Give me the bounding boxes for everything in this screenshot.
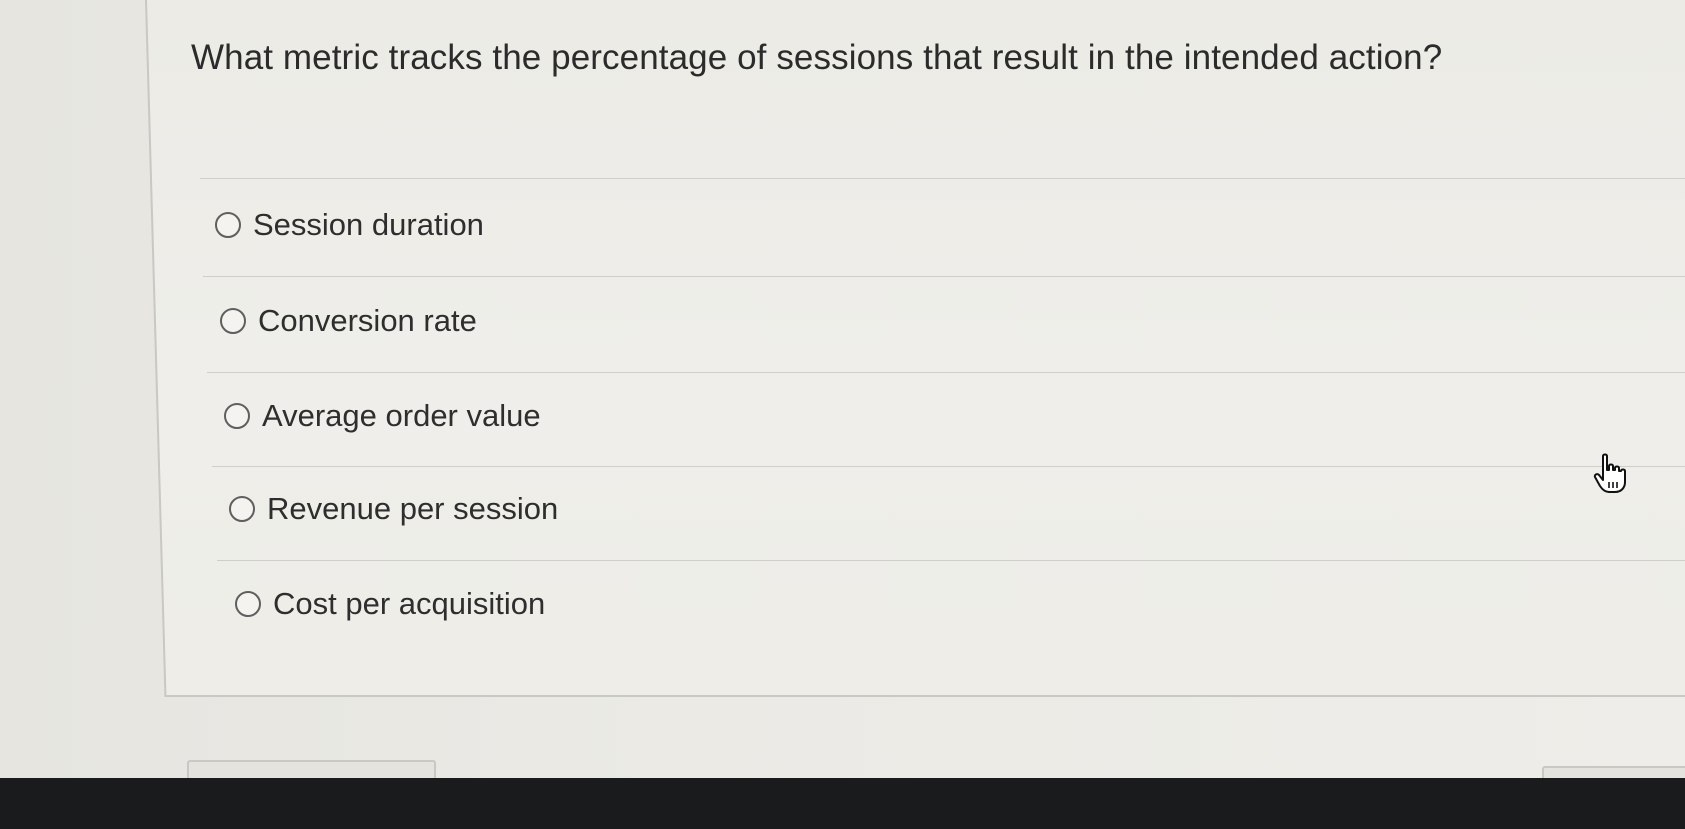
radio-button[interactable] — [215, 212, 241, 238]
answer-options: Session duration Conversion rate Average… — [0, 0, 1685, 680]
option-cost-per-acquisition[interactable]: Cost per acquisition — [235, 586, 545, 622]
option-label: Average order value — [262, 398, 541, 433]
option-label: Cost per acquisition — [273, 586, 546, 621]
option-session-duration[interactable]: Session duration — [215, 207, 484, 243]
option-divider — [207, 372, 1685, 373]
option-conversion-rate[interactable]: Conversion rate — [220, 303, 477, 339]
option-divider — [212, 466, 1685, 467]
option-average-order-value[interactable]: Average order value — [224, 398, 541, 434]
option-label: Conversion rate — [258, 303, 477, 338]
radio-button[interactable] — [235, 591, 261, 617]
radio-button[interactable] — [224, 403, 250, 429]
option-label: Revenue per session — [267, 491, 559, 526]
option-divider — [200, 178, 1685, 179]
option-divider — [217, 560, 1685, 561]
option-revenue-per-session[interactable]: Revenue per session — [229, 491, 558, 527]
screen-bezel — [0, 778, 1685, 829]
radio-button[interactable] — [220, 308, 246, 334]
option-divider — [203, 276, 1685, 277]
hand-pointer-icon — [1593, 453, 1626, 493]
radio-button[interactable] — [229, 496, 255, 522]
option-label: Session duration — [253, 207, 484, 242]
